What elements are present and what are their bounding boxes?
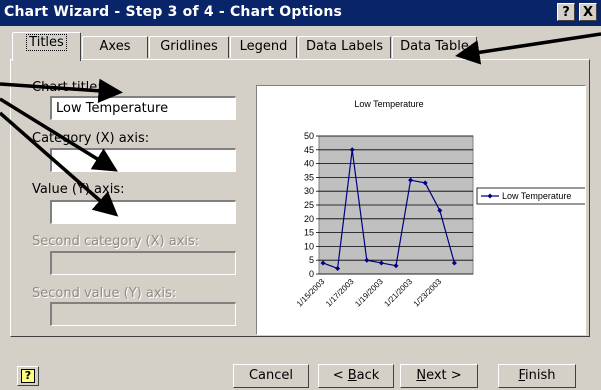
help-button[interactable]: ?: [17, 366, 39, 386]
chart-preview: Low Temperature 0 5 10 15 20 25 30 35 40 45 50 1/15…: [256, 85, 588, 335]
chart-title: Low Temperature: [354, 99, 423, 109]
tab-gridlines-label: Gridlines: [160, 39, 218, 54]
y-tick-label: 15: [304, 228, 314, 238]
cancel-button[interactable]: Cancel: [233, 364, 309, 388]
back-label-rest: ack: [356, 368, 380, 383]
close-button[interactable]: X: [579, 3, 597, 21]
x-tick-label: 1/19/2003: [353, 277, 385, 309]
tab-axes-label: Axes: [99, 39, 131, 54]
arrow-data-table: [455, 32, 601, 65]
x-tick-label: 1/23/2003: [412, 277, 444, 309]
back-button[interactable]: < Back: [318, 364, 394, 388]
y-tick-label: 5: [309, 255, 314, 265]
title-bar: Chart Wizard - Step 3 of 4 - Chart Optio…: [0, 0, 601, 26]
second-category-x-axis-label: Second category (X) axis:: [32, 234, 200, 249]
tab-legend-label: Legend: [239, 39, 288, 54]
tab-titles[interactable]: Titles: [12, 32, 81, 61]
tab-axes[interactable]: Axes: [82, 36, 148, 58]
tab-data-table-label: Data Table: [400, 39, 469, 54]
chart-title-label: Chart title:: [32, 80, 102, 95]
next-label-key: N: [416, 368, 427, 383]
tab-data-labels[interactable]: Data Labels: [298, 36, 391, 58]
tab-data-table[interactable]: Data Table: [392, 36, 477, 58]
value-y-axis-input[interactable]: [50, 200, 236, 224]
second-value-y-axis-input: [50, 302, 236, 326]
back-label-key: B: [347, 368, 357, 383]
legend-label: Low Temperature: [502, 191, 571, 201]
category-x-axis-input[interactable]: [50, 148, 236, 172]
y-tick-label: 25: [304, 200, 314, 210]
y-tick-label: 10: [304, 241, 314, 251]
tab-titles-label: Titles: [26, 34, 67, 51]
tab-legend[interactable]: Legend: [230, 36, 297, 58]
y-tick-label: 35: [304, 172, 314, 182]
help-title-button[interactable]: ?: [557, 3, 575, 21]
x-tick-label: 1/15/2003: [295, 277, 327, 309]
y-tick-label: 0: [309, 269, 314, 279]
chart-svg: Low Temperature 0 5 10 15 20 25 30 35 40 45 50 1/15…: [295, 99, 588, 309]
cancel-label: Cancel: [248, 368, 294, 383]
y-tick-label: 20: [304, 214, 314, 224]
window-title: Chart Wizard - Step 3 of 4 - Chart Optio…: [4, 4, 343, 20]
y-tick-label: 40: [304, 159, 314, 169]
next-button[interactable]: Next >: [400, 364, 478, 388]
value-y-axis-label: Value (Y) axis:: [32, 182, 125, 197]
tab-gridlines[interactable]: Gridlines: [149, 36, 229, 58]
x-tick-label: 1/17/2003: [324, 277, 356, 309]
finish-label-rest: inish: [525, 368, 556, 383]
x-tick-label: 1/21/2003: [382, 277, 414, 309]
tab-data-labels-label: Data Labels: [305, 39, 384, 54]
category-x-axis-label: Category (X) axis:: [32, 131, 150, 146]
chart-title-input[interactable]: [50, 96, 236, 120]
back-label-prefix: <: [332, 368, 348, 383]
next-label-rest: ext >: [426, 368, 462, 383]
second-category-x-axis-input: [50, 251, 236, 275]
finish-button[interactable]: Finish: [498, 364, 576, 388]
help-icon: ?: [21, 369, 35, 383]
y-tick-label: 30: [304, 186, 314, 196]
y-tick-label: 50: [304, 131, 314, 141]
y-tick-label: 45: [304, 145, 314, 155]
second-value-y-axis-label: Second value (Y) axis:: [32, 286, 177, 301]
